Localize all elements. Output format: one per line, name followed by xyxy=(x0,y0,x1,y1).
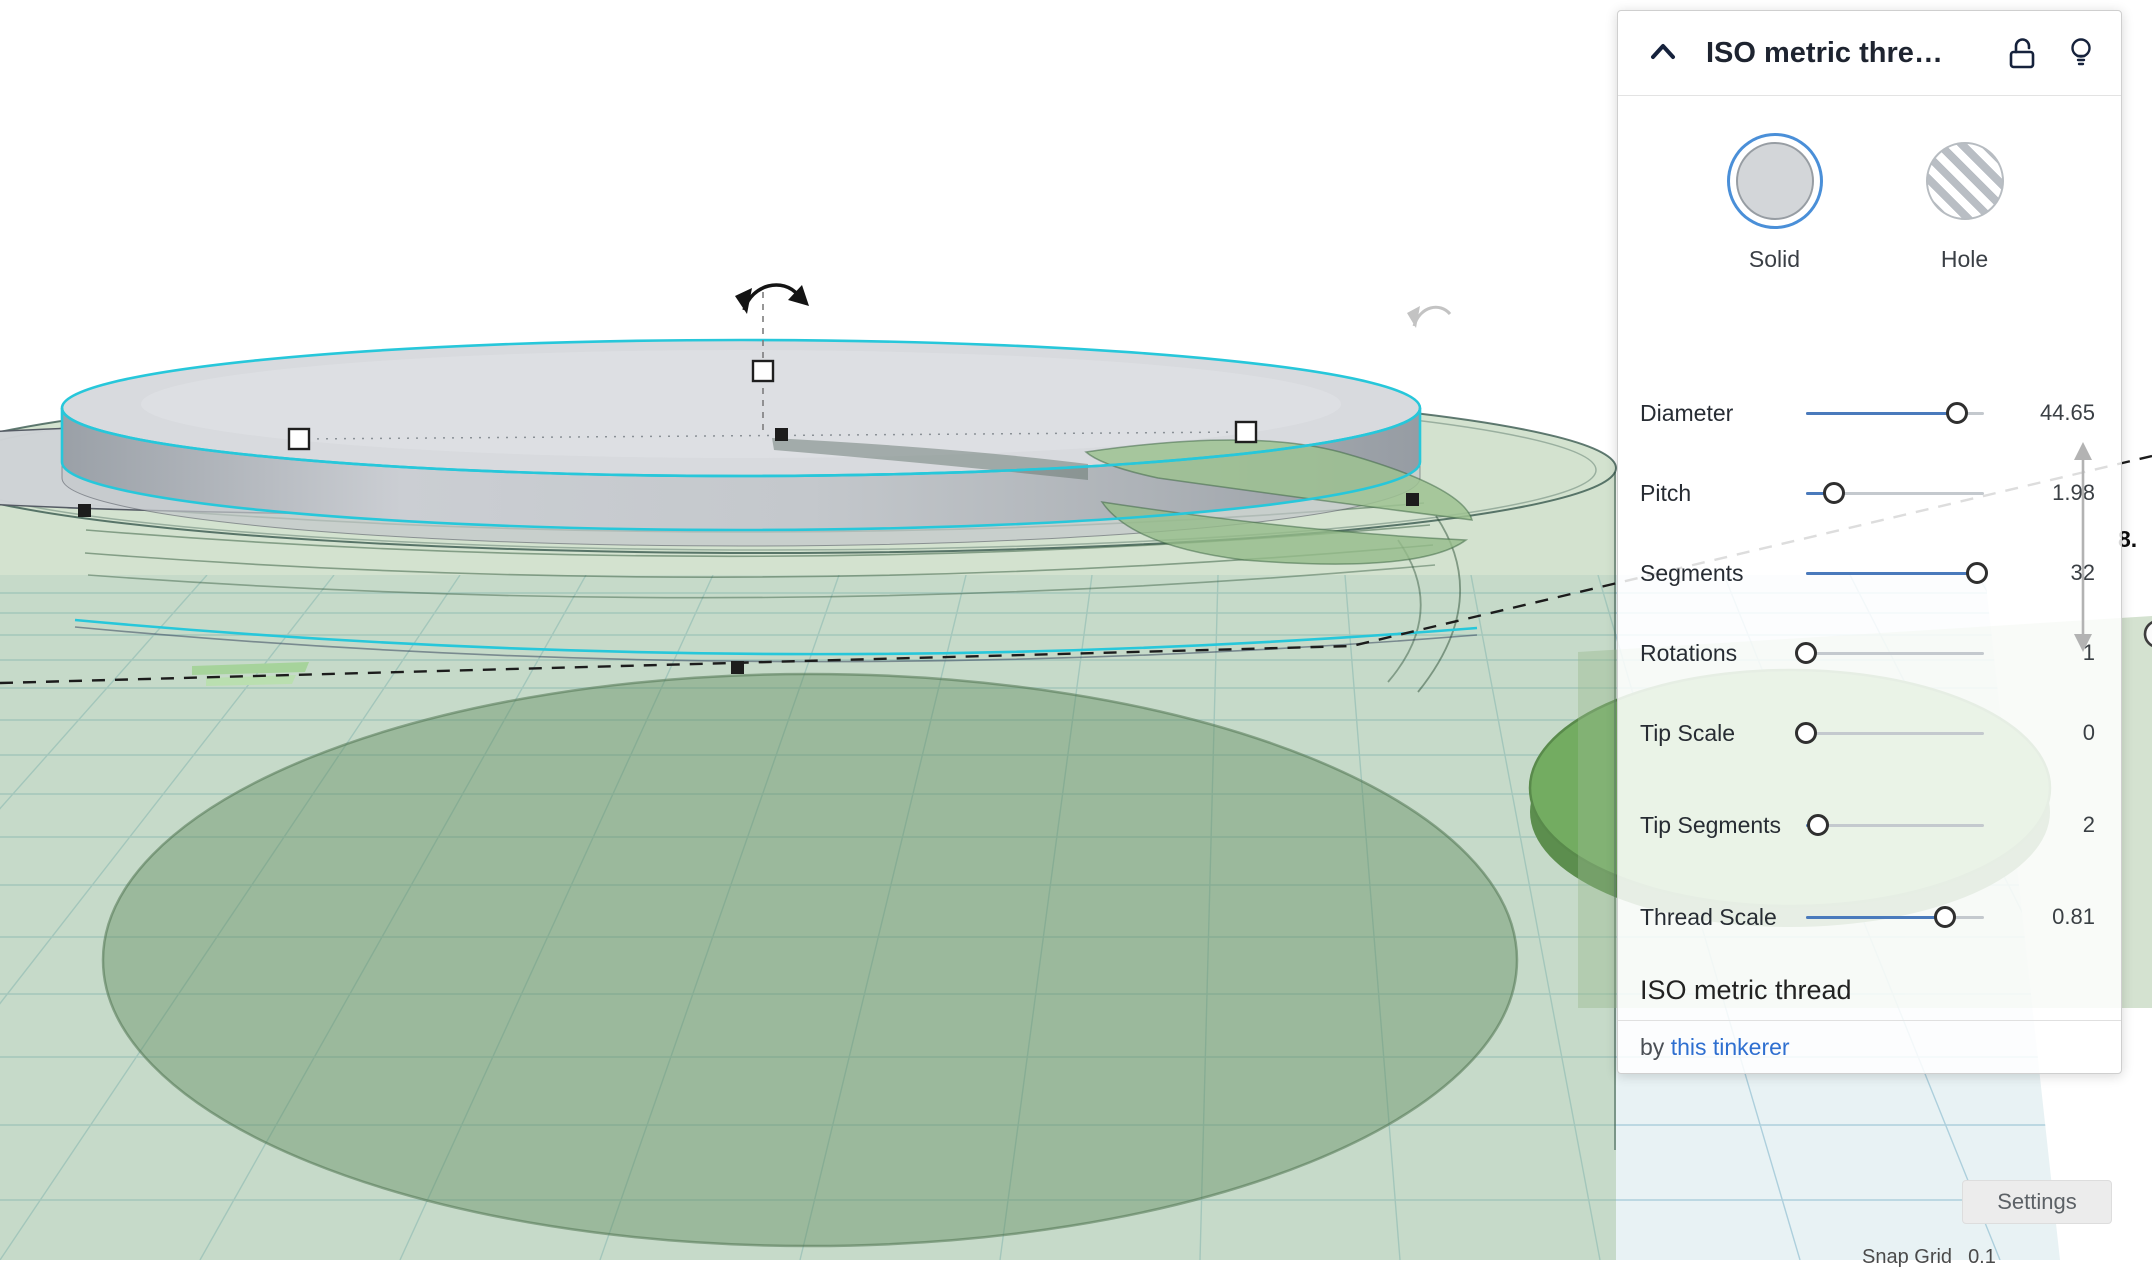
rotate-handle-right[interactable] xyxy=(1407,306,1450,328)
slider-track[interactable] xyxy=(1806,732,1984,735)
slider-value: 2 xyxy=(2000,812,2095,838)
collapse-panel-button[interactable] xyxy=(1644,34,1682,72)
slider-row-rotations: Rotations 1 xyxy=(1618,613,2121,693)
slider-list: Diameter 44.65 Pitch 1.98 Segments 32 Rotation… xyxy=(1618,373,2121,957)
scale-handle-right[interactable] xyxy=(1236,422,1256,442)
slider-fill xyxy=(1806,916,1945,919)
material-option-solid[interactable]: Solid xyxy=(1736,142,1814,273)
slider-value: 1.98 xyxy=(2000,480,2095,506)
slider-value: 32 xyxy=(2000,560,2095,586)
shape-name: ISO metric thread xyxy=(1618,975,2121,1006)
settings-button[interactable]: Settings xyxy=(1962,1180,2112,1224)
byline: by this tinkerer xyxy=(1618,1021,2121,1061)
slider-track[interactable] xyxy=(1806,916,1984,919)
solid-label: Solid xyxy=(1749,246,1800,273)
snap-grid-label: Snap Grid xyxy=(1862,1246,1952,1269)
scale-handle-top[interactable] xyxy=(753,361,773,381)
slider-value: 44.65 xyxy=(2000,400,2095,426)
move-handle-bottom[interactable] xyxy=(731,661,744,674)
slider-track[interactable] xyxy=(1806,824,1984,827)
slider-row-diameter: Diameter 44.65 xyxy=(1618,373,2121,453)
move-handle-left[interactable] xyxy=(78,504,91,517)
chevron-up-icon xyxy=(1646,58,1680,73)
slider-knob[interactable] xyxy=(1946,402,1968,424)
slider-value: 0 xyxy=(2000,720,2095,746)
byline-prefix: by xyxy=(1640,1034,1664,1060)
slider-knob[interactable] xyxy=(1823,482,1845,504)
slider-knob[interactable] xyxy=(1807,814,1829,836)
slider-label: Thread Scale xyxy=(1640,903,1790,932)
rotate-handle-top[interactable] xyxy=(735,285,809,314)
slider-value: 1 xyxy=(2000,640,2095,666)
slider-row-tip-segments: Tip Segments 2 xyxy=(1618,773,2121,877)
material-options: Solid Hole xyxy=(1618,142,2121,273)
slider-fill xyxy=(1806,572,1977,575)
slider-row-pitch: Pitch 1.98 xyxy=(1618,453,2121,533)
slider-label: Tip Scale xyxy=(1640,719,1790,748)
snap-grid-control[interactable]: Snap Grid 0.1 xyxy=(1862,1246,1996,1269)
slider-track[interactable] xyxy=(1806,572,1984,575)
lock-button[interactable] xyxy=(2007,36,2037,70)
slider-track[interactable] xyxy=(1806,412,1984,415)
slider-row-thread-scale: Thread Scale 0.81 xyxy=(1618,877,2121,957)
material-option-hole[interactable]: Hole xyxy=(1926,142,2004,273)
move-handle-center[interactable] xyxy=(775,428,788,441)
slider-track[interactable] xyxy=(1806,652,1984,655)
slider-label: Tip Segments xyxy=(1640,811,1790,840)
lightbulb-icon xyxy=(2067,58,2095,73)
scale-handle-left[interactable] xyxy=(289,429,309,449)
shape-inspector-panel: ISO metric thre… Solid Hole Diameter 44.6… xyxy=(1617,10,2122,1074)
move-handle-right[interactable] xyxy=(1406,493,1419,506)
slider-label: Segments xyxy=(1640,559,1790,588)
slider-track[interactable] xyxy=(1806,492,1984,495)
slider-knob[interactable] xyxy=(1795,642,1817,664)
slider-knob[interactable] xyxy=(1795,722,1817,744)
lock-open-icon xyxy=(2007,58,2037,73)
hide-button[interactable] xyxy=(2067,36,2095,70)
slider-value: 0.81 xyxy=(2000,904,2095,930)
slider-label: Pitch xyxy=(1640,479,1790,508)
solid-swatch-icon[interactable] xyxy=(1736,142,1814,220)
slider-row-tip-scale: Tip Scale 0 xyxy=(1618,693,2121,773)
snap-grid-value[interactable]: 0.1 xyxy=(1968,1246,1996,1269)
hole-swatch-icon[interactable] xyxy=(1926,142,2004,220)
panel-title: ISO metric thre… xyxy=(1706,37,1977,70)
slider-knob[interactable] xyxy=(1934,906,1956,928)
slider-row-segments: Segments 32 xyxy=(1618,533,2121,613)
hole-label: Hole xyxy=(1941,246,1988,273)
author-link[interactable]: this tinkerer xyxy=(1671,1034,1790,1060)
slider-knob[interactable] xyxy=(1966,562,1988,584)
slider-fill xyxy=(1806,412,1957,415)
slider-label: Rotations xyxy=(1640,639,1790,668)
panel-header: ISO metric thre… xyxy=(1618,11,2121,96)
slider-label: Diameter xyxy=(1640,399,1790,428)
